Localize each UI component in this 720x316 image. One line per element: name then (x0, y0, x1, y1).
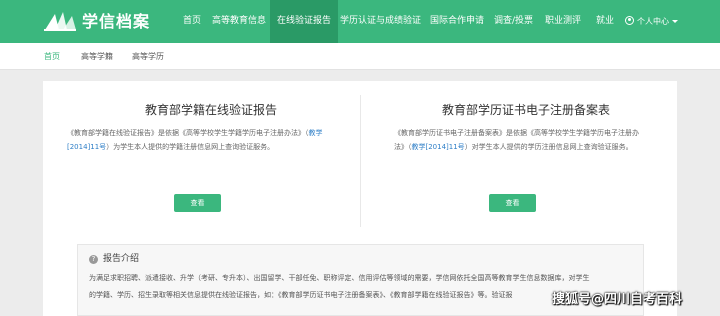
top-header: 学信档案 首页 高等教育信息 在线验证报告 学历认证与成绩验证 国际合作申请 调… (0, 0, 720, 43)
view-degree-record-button[interactable]: 查看 (489, 194, 536, 212)
intro-text-line: 的学籍、学历、招生录取等相关信息提供在线验证报告，如：《教育部学历证书电子注册备… (89, 291, 513, 299)
nav-degree-certification[interactable]: 学历认证与成绩验证 (340, 0, 421, 43)
column-divider (360, 95, 361, 227)
desc-text-post: ）对学生本人提供的学历注册信息网上查询验证服务。 (464, 143, 633, 151)
nav-survey-vote[interactable]: 调查/投票 (494, 0, 533, 43)
subnav-higher-degree[interactable]: 高等学历 (132, 43, 164, 70)
policy-link[interactable]: 教学[2014]11号 (412, 143, 465, 151)
subnav-higher-registration[interactable]: 高等学籍 (81, 43, 113, 70)
desc-text-post: ）为学生本人提供的学籍注册信息网上查询验证服务。 (106, 143, 275, 151)
book-stack-icon[interactable] (43, 10, 77, 32)
nav-higher-education-info[interactable]: 高等教育信息 (212, 0, 266, 43)
user-center-label: 个人中心 (637, 17, 669, 26)
card-title-degree-record: 教育部学历证书电子注册备案表 (442, 103, 611, 117)
user-center-menu[interactable]: 个人中心 (625, 0, 678, 43)
sub-navigation: 首页 高等学籍 高等学历 (0, 43, 720, 70)
intro-heading-label: 报告介绍 (103, 254, 140, 264)
nav-employment[interactable]: 就业 (596, 0, 614, 43)
chevron-down-icon (672, 20, 678, 23)
intro-text-line: 为满足求职招聘、派遣接收、升学（考研、专升本）、出国留学、干部任免、职称评定、信… (89, 274, 590, 282)
nav-international-cooperation[interactable]: 国际合作申请 (430, 0, 484, 43)
watermark-text: 搜狐号@四川自考百科 (552, 292, 683, 307)
main-content-card: 教育部学籍在线验证报告 《教育部学籍在线验证报告》是依据《高等学校学生学籍学历电… (43, 81, 677, 316)
desc-text-pre: 《教育部学籍在线验证报告》是依据《高等学校学生学籍学历电子注册办法》（ (67, 129, 309, 137)
nav-online-verification-report[interactable]: 在线验证报告 (270, 0, 339, 43)
card-description-registration: 《教育部学籍在线验证报告》是依据《高等学校学生学籍学历电子注册办法》（教学[20… (67, 126, 339, 154)
nav-career-assessment[interactable]: 职业测评 (545, 0, 581, 43)
intro-heading: ? 报告介绍 (89, 252, 139, 266)
brand-title[interactable]: 学信档案 (82, 11, 150, 33)
user-icon (625, 16, 634, 25)
subnav-home[interactable]: 首页 (44, 43, 60, 70)
card-title-registration-report: 教育部学籍在线验证报告 (145, 103, 278, 117)
question-circle-icon: ? (89, 255, 98, 264)
nav-home[interactable]: 首页 (183, 0, 201, 43)
view-registration-report-button[interactable]: 查看 (174, 194, 221, 212)
card-description-degree: 《教育部学历证书电子注册备案表》是依据《高等学校学生学籍学历电子注册办法》（教学… (394, 126, 642, 154)
